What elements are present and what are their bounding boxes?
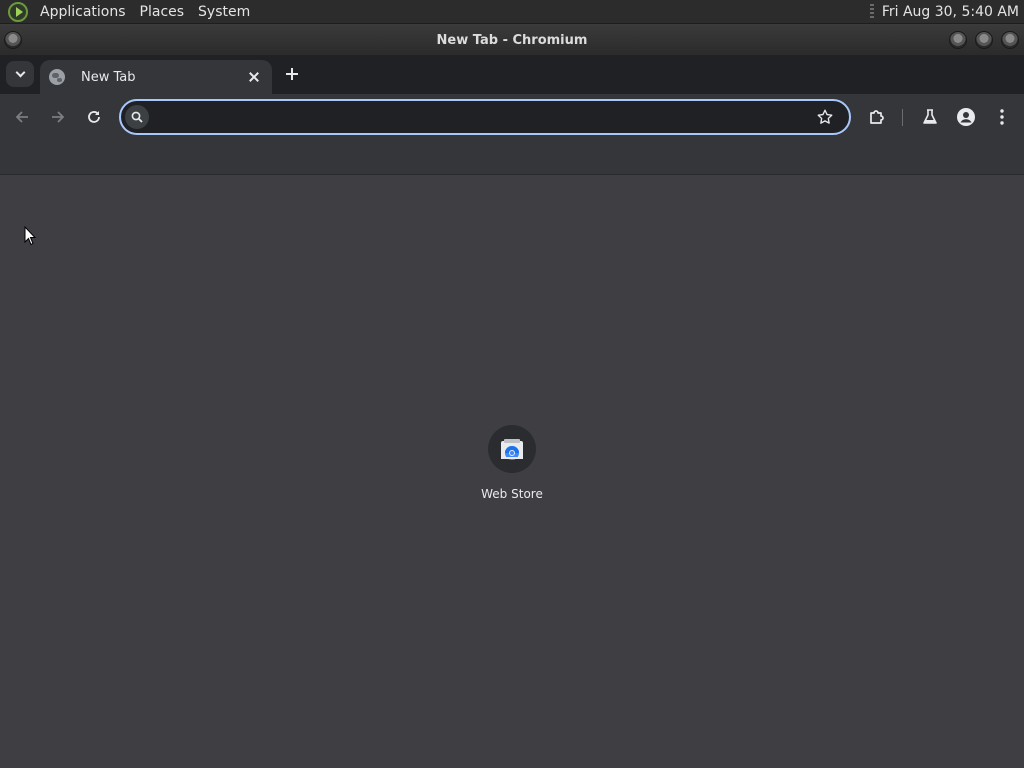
close-window-button[interactable] <box>1001 31 1019 49</box>
bookmarks-bar <box>0 140 1024 175</box>
tab-strip: New Tab <box>0 55 1024 94</box>
new-tab-page: Web Store <box>0 175 1024 768</box>
omnibox-search-button <box>125 105 149 129</box>
address-bar[interactable] <box>119 99 851 135</box>
address-input[interactable] <box>155 105 805 129</box>
tab-title: New Tab <box>81 69 136 85</box>
chevron-down-icon <box>15 67 25 77</box>
flask-icon <box>923 109 937 124</box>
panel-menu-places[interactable]: Places <box>133 0 192 24</box>
star-icon <box>817 109 833 124</box>
web-store-icon <box>488 425 536 473</box>
arrow-right-icon <box>52 111 65 123</box>
bookmark-star-button[interactable] <box>815 107 835 127</box>
forward-button[interactable] <box>47 106 69 128</box>
reload-icon <box>88 111 100 123</box>
distro-logo-icon[interactable] <box>8 1 28 22</box>
tab-search-button[interactable] <box>6 61 34 87</box>
window-titlebar[interactable]: New Tab - Chromium <box>0 25 1024 55</box>
profile-button[interactable] <box>955 106 977 128</box>
panel-handle[interactable] <box>869 3 874 20</box>
panel-menu-system[interactable]: System <box>191 0 257 24</box>
shortcut-label: Web Store <box>481 487 543 501</box>
globe-icon <box>49 69 65 85</box>
close-tab-icon[interactable] <box>246 69 262 85</box>
window-title: New Tab - Chromium <box>436 32 588 48</box>
reload-button[interactable] <box>83 106 105 128</box>
maximize-button[interactable] <box>975 31 993 49</box>
app-menu-button[interactable] <box>991 106 1013 128</box>
tab-new-tab[interactable]: New Tab <box>40 60 272 94</box>
puzzle-icon <box>870 110 884 124</box>
window-menu-button[interactable] <box>4 31 22 49</box>
back-button[interactable] <box>11 106 33 128</box>
toolbar-divider <box>902 109 903 126</box>
arrow-left-icon <box>15 111 28 123</box>
shortcut-web-store[interactable]: Web Store <box>462 425 562 501</box>
new-tab-button[interactable] <box>282 64 302 84</box>
panel-menu-applications[interactable]: Applications <box>33 0 133 24</box>
kebab-icon <box>1000 109 1004 125</box>
search-icon <box>131 111 143 123</box>
extensions-button[interactable] <box>866 106 888 128</box>
mouse-cursor-icon <box>24 226 36 246</box>
person-icon <box>957 108 975 126</box>
system-panel: Applications Places System Fri Aug 30, 5… <box>0 0 1024 24</box>
panel-clock[interactable]: Fri Aug 30, 5:40 AM <box>882 4 1024 20</box>
minimize-button[interactable] <box>949 31 967 49</box>
labs-button[interactable] <box>919 106 941 128</box>
browser-toolbar <box>0 94 1024 140</box>
